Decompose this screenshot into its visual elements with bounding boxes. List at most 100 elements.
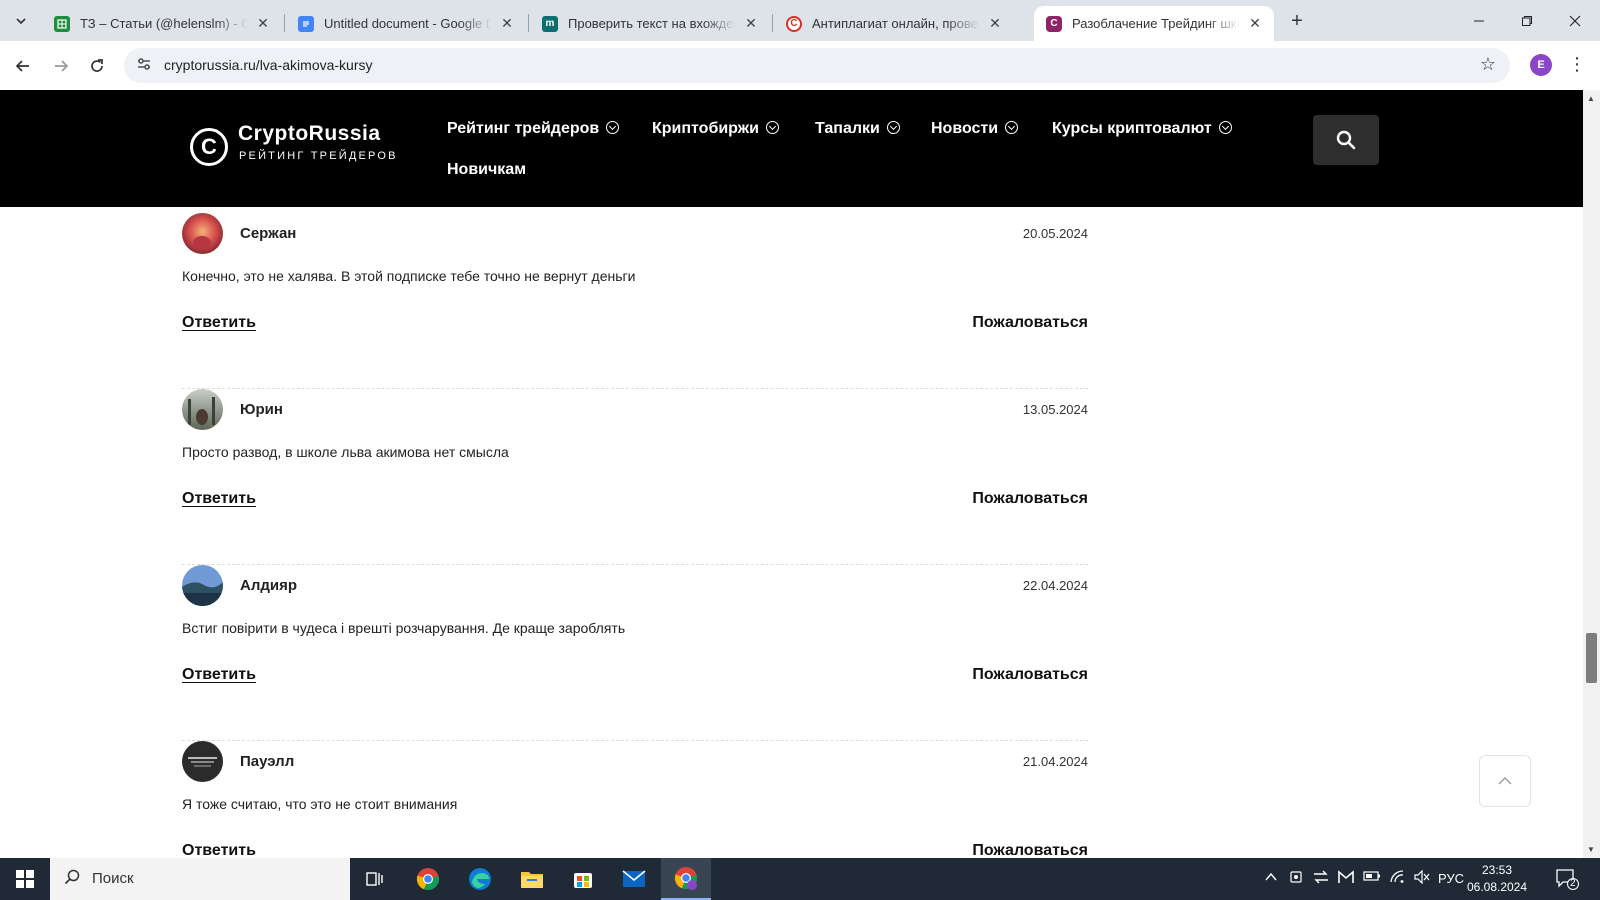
wifi-icon[interactable]	[1389, 870, 1405, 887]
chrome-profile-icon[interactable]	[661, 858, 711, 900]
microsoft-store-icon[interactable]	[558, 858, 608, 900]
forward-arrow-icon[interactable]	[46, 51, 76, 81]
browser-toolbar: cryptorussia.ru/lva-akimova-kursy ☆ E ⋮	[0, 41, 1600, 90]
notifications-icon[interactable]: 2	[1555, 868, 1579, 890]
tab-separator	[772, 14, 773, 32]
browser-tab-4-active[interactable]: C Разоблачение Трейдинг школа ✕	[1034, 6, 1274, 41]
nav-item-news[interactable]: Новости	[931, 120, 1019, 138]
reply-link[interactable]: Ответить	[182, 666, 256, 684]
site-header: C CryptoRussia РЕЙТИНГ ТРЕЙДЕРОВ Рейтинг…	[0, 90, 1583, 207]
tab-title: ТЗ – Статьи (@helenslm) - Google	[80, 16, 248, 31]
input-language[interactable]: РУС	[1438, 871, 1464, 886]
taskbar-search-label: Поиск	[92, 870, 134, 887]
mail-icon[interactable]	[609, 858, 659, 900]
chevron-up-icon	[1498, 777, 1512, 785]
address-bar[interactable]: cryptorussia.ru/lva-akimova-kursy ☆	[124, 48, 1510, 83]
tab-separator	[284, 14, 285, 32]
comment-text: Встиг повірити в чудеса і врешті розчару…	[182, 620, 626, 636]
report-link[interactable]: Пожаловаться	[972, 842, 1088, 858]
report-link[interactable]: Пожаловаться	[972, 314, 1088, 332]
reply-link[interactable]: Ответить	[182, 842, 256, 858]
comment-item: Алдияр 22.04.2024 Встиг повірити в чудес…	[182, 565, 1088, 741]
taskbar-clock[interactable]: 23:53 06.08.2024	[1462, 862, 1532, 896]
avatar	[182, 741, 223, 782]
nav-item-beginners[interactable]: Новичкам	[447, 161, 526, 179]
gmail-icon[interactable]	[1338, 870, 1354, 887]
new-tab-plus-icon[interactable]: +	[1284, 9, 1310, 35]
nav-item-trader-rating[interactable]: Рейтинг трейдеров	[447, 120, 620, 138]
comments-section: Сержан 20.05.2024 Конечно, это не халява…	[0, 207, 1583, 858]
clock-date: 06.08.2024	[1466, 880, 1528, 894]
close-window-icon[interactable]	[1552, 0, 1598, 41]
logo-name[interactable]: CryptoRussia	[238, 122, 381, 146]
scroll-down-arrow-icon[interactable]: ▼	[1587, 845, 1595, 854]
chevron-down-icon	[765, 121, 779, 134]
reload-icon[interactable]	[82, 51, 112, 81]
minimize-icon[interactable]	[1456, 0, 1502, 41]
file-explorer-icon[interactable]	[507, 858, 557, 900]
logo-tagline: РЕЙТИНГ ТРЕЙДЕРОВ	[239, 150, 398, 162]
tab-close-icon[interactable]: ✕	[986, 15, 1004, 32]
chevron-down-icon	[606, 121, 620, 134]
browser-tab-1[interactable]: Untitled document - Google Docs ✕	[286, 6, 526, 41]
site-settings-icon[interactable]	[134, 56, 154, 76]
avatar	[182, 565, 223, 606]
comment-author: Алдияр	[240, 577, 298, 594]
speaker-muted-icon[interactable]	[1414, 869, 1430, 887]
tab-search-chevron-icon[interactable]	[8, 8, 34, 34]
tab-close-icon[interactable]: ✕	[254, 15, 272, 32]
nav-item-exchanges[interactable]: Криптобиржи	[652, 120, 779, 138]
tab-title: Untitled document - Google Docs	[324, 16, 492, 31]
nav-item-crypto-rates[interactable]: Курсы криптовалют	[1052, 120, 1232, 138]
comment-date: 21.04.2024	[1022, 754, 1088, 769]
browser-menu-icon[interactable]: ⋮	[1568, 53, 1586, 75]
reply-link[interactable]: Ответить	[182, 490, 256, 508]
avatar	[182, 389, 223, 430]
nav-label: Рейтинг трейдеров	[447, 120, 600, 137]
scroll-to-top-button[interactable]	[1479, 755, 1531, 807]
meet-now-icon[interactable]	[1289, 870, 1303, 887]
battery-icon[interactable]	[1363, 870, 1381, 885]
browser-tab-2[interactable]: m Проверить текст на вхождение ✕	[530, 6, 770, 41]
tray-chevron-up-icon[interactable]	[1264, 870, 1278, 887]
report-link[interactable]: Пожаловаться	[972, 490, 1088, 508]
windows-start-icon[interactable]	[0, 858, 50, 900]
cryptorussia-icon: C	[1046, 15, 1062, 32]
profile-avatar[interactable]: E	[1530, 54, 1552, 76]
comment-text: Я тоже считаю, что это не стоит внимания	[182, 796, 458, 812]
tab-close-icon[interactable]: ✕	[742, 15, 760, 32]
docs-icon	[298, 15, 314, 32]
report-link[interactable]: Пожаловаться	[972, 666, 1088, 684]
nav-item-tapalki[interactable]: Тапалки	[815, 120, 900, 138]
browser-tab-3[interactable]: C Антиплагиат онлайн, проверка ✕	[774, 6, 1014, 41]
tab-title: Разоблачение Трейдинг школа	[1072, 16, 1240, 31]
site-search-button[interactable]	[1313, 115, 1379, 165]
chevron-down-icon	[1005, 121, 1019, 134]
reply-link[interactable]: Ответить	[182, 314, 256, 332]
scroll-up-arrow-icon[interactable]: ▲	[1587, 94, 1595, 103]
task-view-icon[interactable]	[350, 858, 400, 900]
url-text[interactable]: cryptorussia.ru/lva-akimova-kursy	[164, 57, 373, 73]
tab-close-icon[interactable]: ✕	[498, 15, 516, 32]
taskbar-search-box[interactable]: Поиск	[50, 858, 350, 900]
restore-icon[interactable]	[1504, 0, 1550, 41]
sync-arrows-icon[interactable]	[1313, 870, 1329, 887]
scroll-thumb[interactable]	[1586, 633, 1597, 683]
chevron-down-icon	[1218, 121, 1232, 134]
windows-taskbar: Поиск РУС 23:53 06.08.2024 2	[0, 858, 1600, 900]
edge-icon[interactable]	[455, 858, 505, 900]
comment-item: Пауэлл 21.04.2024 Я тоже считаю, что это…	[182, 741, 1088, 858]
comment-text: Конечно, это не халява. В этой подписке …	[182, 268, 636, 284]
antiplagiat-icon: C	[786, 15, 802, 32]
chrome-icon[interactable]	[403, 858, 453, 900]
comment-author: Юрин	[240, 401, 283, 418]
browser-tab-0[interactable]: ТЗ – Статьи (@helenslm) - Google ✕	[42, 6, 282, 41]
sheets-icon	[54, 15, 70, 32]
cryptorussia-logo-icon[interactable]: C	[190, 128, 228, 166]
bookmark-star-icon[interactable]: ☆	[1480, 54, 1496, 75]
avatar	[182, 213, 223, 254]
nav-label: Тапалки	[815, 120, 880, 137]
back-arrow-icon[interactable]	[8, 51, 38, 81]
page-scrollbar[interactable]: ▲ ▼	[1583, 90, 1600, 858]
tab-close-icon[interactable]: ✕	[1246, 15, 1264, 32]
